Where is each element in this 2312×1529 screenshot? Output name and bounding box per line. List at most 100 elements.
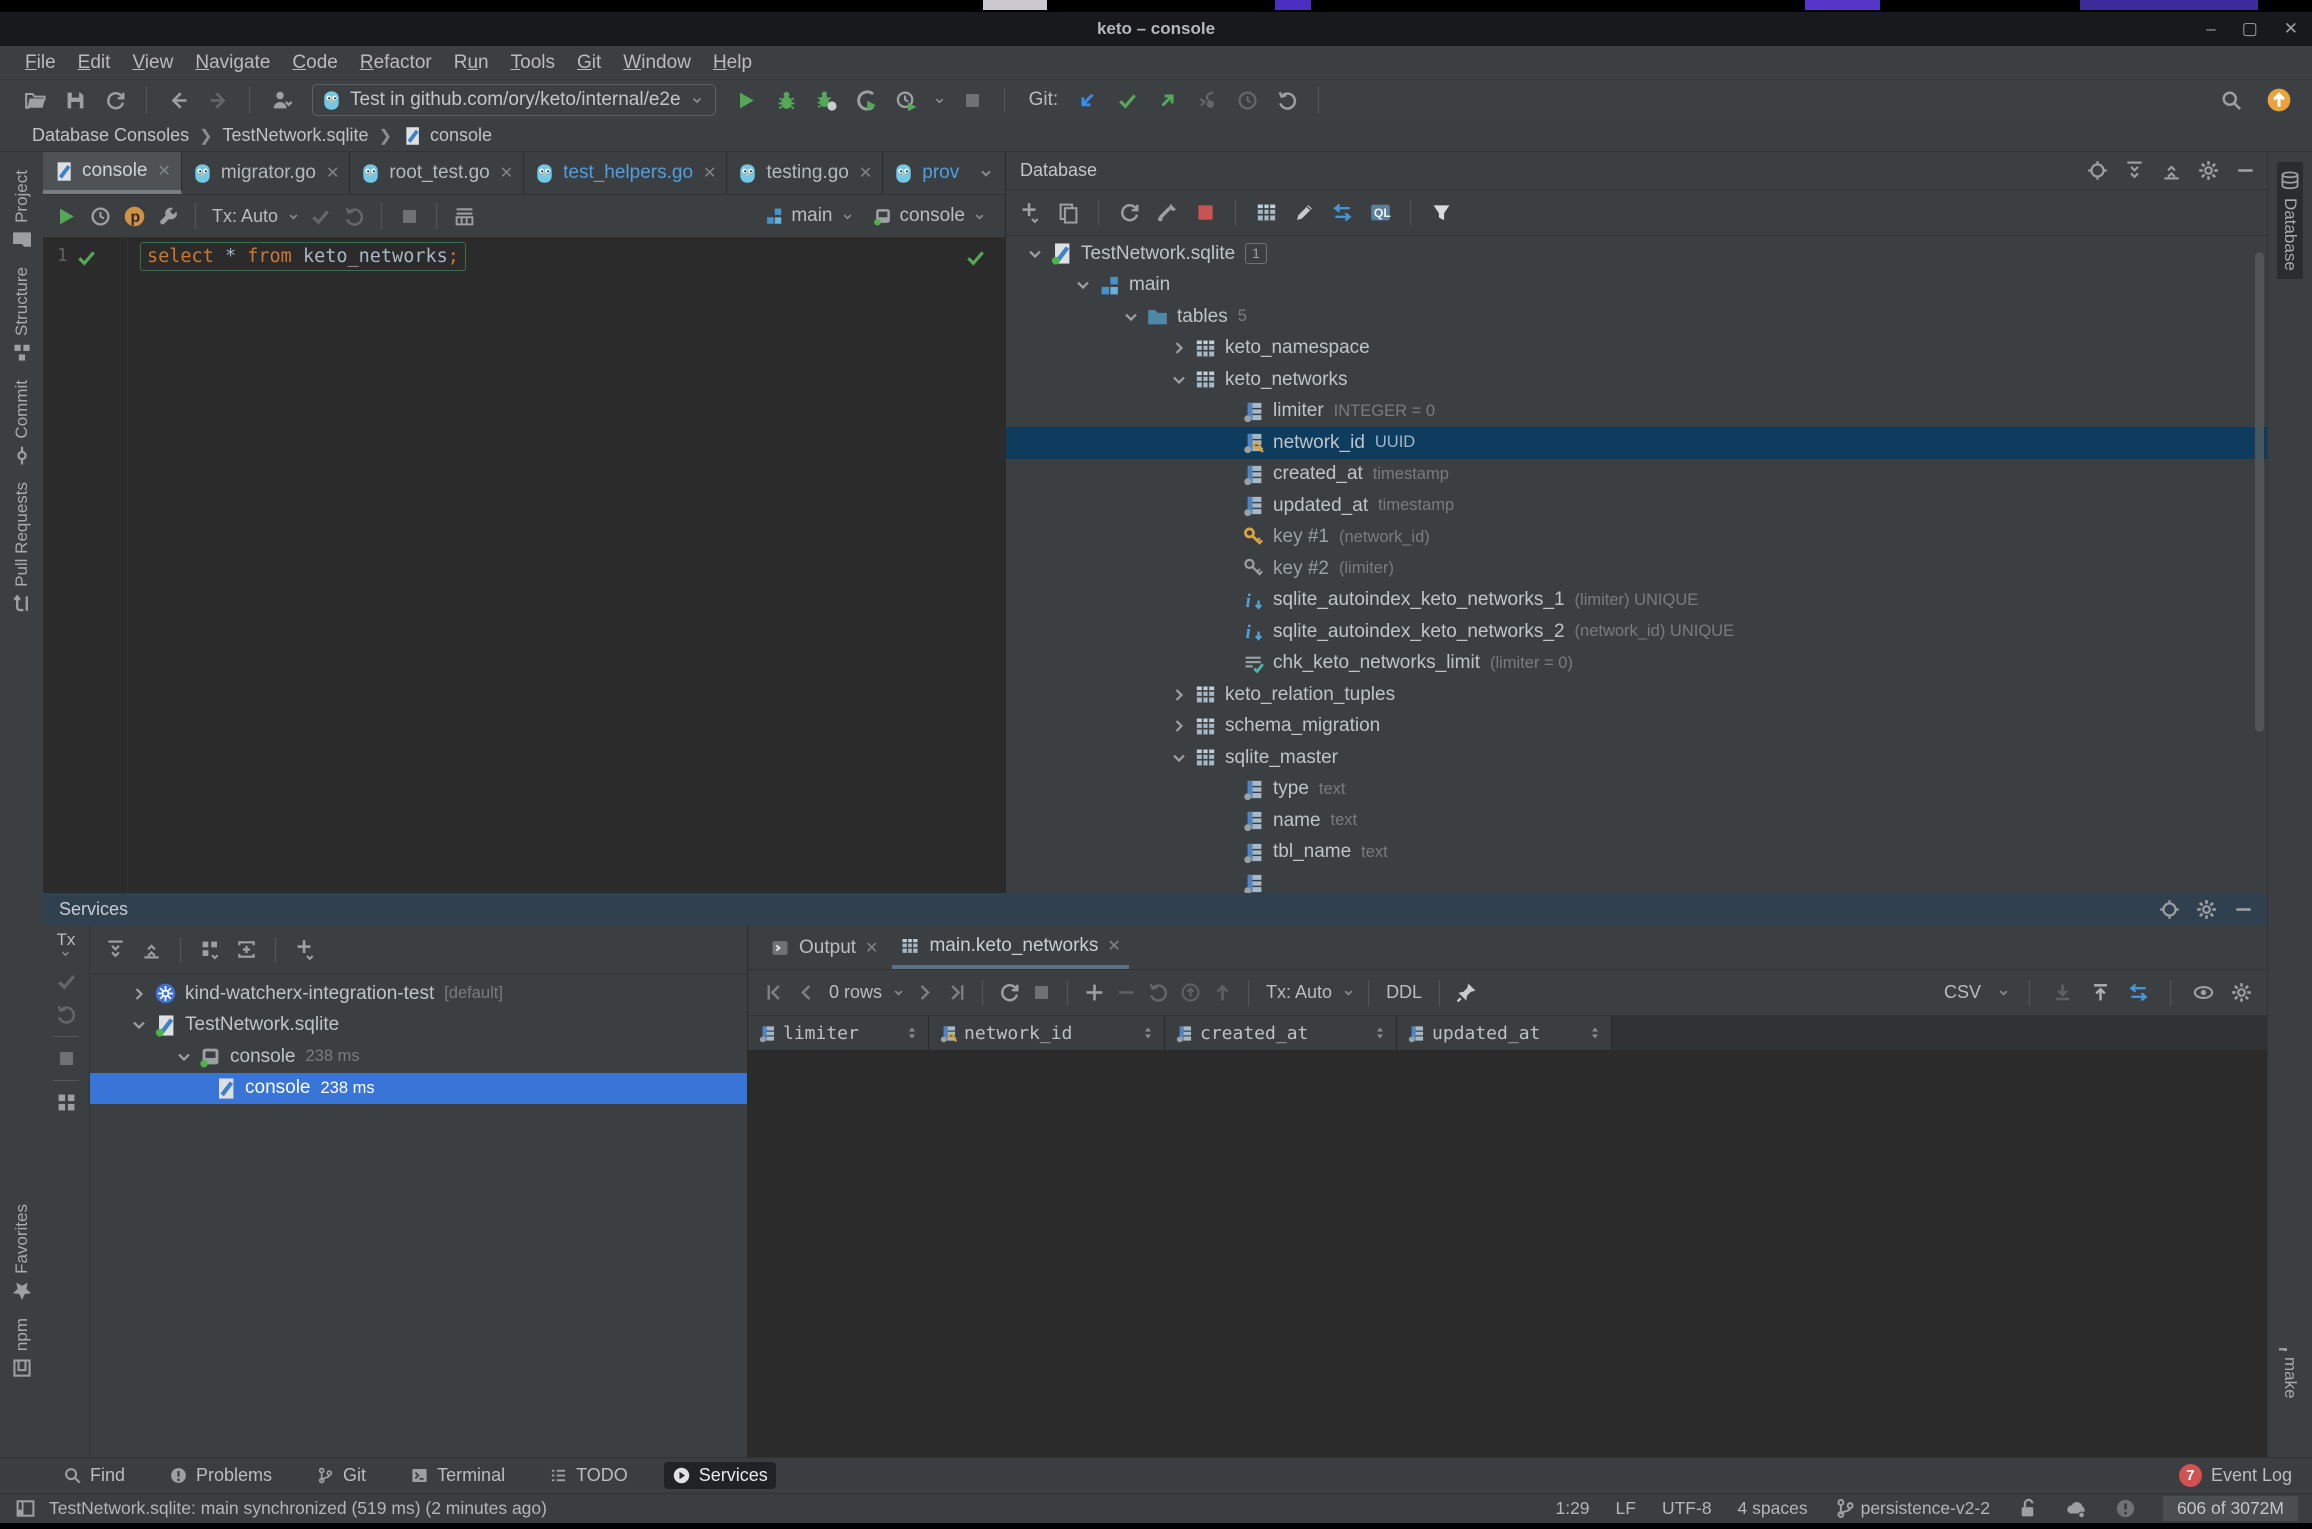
stop-button[interactable] bbox=[956, 84, 990, 116]
grid-column-limiter[interactable]: limiter bbox=[748, 1016, 929, 1050]
tree-row-table[interactable]: keto_namespace bbox=[1006, 333, 2267, 365]
sidebar-item-structure[interactable]: Structure bbox=[9, 259, 35, 372]
collapse-all-button[interactable] bbox=[136, 934, 166, 966]
breadcrumb-console[interactable]: console bbox=[430, 125, 492, 146]
sidebar-item-project[interactable]: Project bbox=[9, 162, 35, 259]
locate-icon[interactable] bbox=[2158, 898, 2181, 921]
gear-icon[interactable] bbox=[2197, 159, 2220, 182]
collapse-all-icon[interactable] bbox=[2160, 159, 2183, 182]
rollback-button[interactable] bbox=[339, 200, 369, 232]
tree-row-table[interactable]: schema_migration bbox=[1006, 711, 2267, 743]
cloud-sync-icon[interactable] bbox=[2065, 1497, 2088, 1520]
commit-check-icon[interactable] bbox=[55, 970, 78, 993]
menu-window[interactable]: Window bbox=[612, 50, 702, 76]
git-update-button[interactable] bbox=[1070, 84, 1104, 116]
breadcrumb-database-consoles[interactable]: Database Consoles bbox=[32, 125, 189, 146]
export-format-select[interactable]: CSV bbox=[1939, 982, 1986, 1003]
ide-update-button[interactable] bbox=[2262, 84, 2296, 116]
schema-select[interactable]: main bbox=[764, 205, 854, 227]
menu-navigate[interactable]: Navigate bbox=[184, 50, 281, 76]
menu-edit[interactable]: Edit bbox=[67, 50, 122, 76]
git-push-button[interactable] bbox=[1150, 84, 1184, 116]
locate-icon[interactable] bbox=[2086, 159, 2109, 182]
commit-upload-button[interactable] bbox=[1208, 977, 1236, 1009]
minimize-button[interactable]: – bbox=[2206, 19, 2215, 39]
search-everywhere-button[interactable] bbox=[2214, 84, 2248, 116]
sidebar-item-commit[interactable]: Commit bbox=[9, 372, 35, 475]
reload-page-button[interactable] bbox=[995, 977, 1023, 1009]
tab-migrator-go[interactable]: migrator.go ✕ bbox=[182, 152, 351, 194]
sql-editor[interactable]: 1 select * from keto_networks; bbox=[43, 238, 1005, 893]
toolwindow-problems[interactable]: Problems bbox=[161, 1462, 280, 1489]
close-icon[interactable]: ✕ bbox=[859, 163, 872, 183]
sidebar-item-npm[interactable]: npm bbox=[9, 1310, 35, 1387]
service-row-console-session[interactable]: console 238 ms bbox=[90, 1041, 747, 1073]
view-options-button[interactable] bbox=[2189, 977, 2217, 1009]
service-row-console-file-selected[interactable]: console 238 ms bbox=[90, 1072, 747, 1104]
menu-run[interactable]: Run bbox=[443, 50, 500, 76]
open-console-button[interactable] bbox=[1364, 197, 1396, 229]
sort-icon[interactable] bbox=[1140, 1025, 1156, 1041]
expand-all-icon[interactable] bbox=[2123, 159, 2146, 182]
service-row-datasource[interactable]: TestNetwork.sqlite bbox=[90, 1010, 747, 1042]
console-settings-button[interactable] bbox=[153, 200, 183, 232]
tree-row-table[interactable]: keto_networks bbox=[1006, 364, 2267, 396]
grid-column-updated-at[interactable]: updated_at bbox=[1397, 1016, 1612, 1050]
profile-button[interactable] bbox=[264, 84, 298, 116]
close-button[interactable]: ✕ bbox=[2284, 19, 2298, 39]
tree-row-check-constraint[interactable]: chk_keto_networks_limit (limiter = 0) bbox=[1006, 648, 2267, 680]
tab-root-test-go[interactable]: root_test.go ✕ bbox=[350, 152, 525, 194]
caret-position[interactable]: 1:29 bbox=[1555, 1498, 1589, 1519]
stop-icon[interactable] bbox=[55, 1047, 78, 1070]
stop-button[interactable] bbox=[1027, 977, 1055, 1009]
sync-button[interactable] bbox=[98, 84, 132, 116]
tree-row-index[interactable]: sqlite_autoindex_keto_networks_1 (limite… bbox=[1006, 585, 2267, 617]
tree-row-column[interactable]: tbl_name text bbox=[1006, 837, 2267, 869]
git-branch-widget[interactable]: persistence-v2-2 bbox=[1834, 1497, 1990, 1520]
add-service-button[interactable] bbox=[290, 934, 320, 966]
sidebar-item-favorites[interactable]: Favorites bbox=[9, 1196, 35, 1310]
add-row-button[interactable] bbox=[1080, 977, 1108, 1009]
query-history-button[interactable] bbox=[85, 200, 115, 232]
tab-console[interactable]: console ✕ bbox=[43, 152, 182, 194]
edit-source-button[interactable] bbox=[1288, 197, 1320, 229]
execute-button[interactable] bbox=[51, 200, 81, 232]
tree-row-column-clipped[interactable] bbox=[1006, 868, 2267, 893]
expand-all-button[interactable] bbox=[100, 934, 130, 966]
refresh-button[interactable] bbox=[1113, 197, 1145, 229]
add-datasource-button[interactable] bbox=[1014, 197, 1046, 229]
coverage-button[interactable] bbox=[810, 84, 844, 116]
output-layout-button[interactable] bbox=[449, 200, 479, 232]
breadcrumb-datasource[interactable]: TestNetwork.sqlite bbox=[223, 125, 369, 146]
menu-git[interactable]: Git bbox=[566, 50, 612, 76]
tab-prov[interactable]: prov bbox=[883, 152, 969, 194]
menu-help[interactable]: Help bbox=[702, 50, 763, 76]
menu-refactor[interactable]: Refactor bbox=[349, 50, 443, 76]
disconnect-button[interactable] bbox=[1189, 197, 1221, 229]
commit-button[interactable] bbox=[305, 200, 335, 232]
hide-panel-icon[interactable] bbox=[2232, 898, 2255, 921]
last-page-button[interactable] bbox=[942, 977, 970, 1009]
close-icon[interactable]: ✕ bbox=[1107, 936, 1120, 956]
toolwindow-services[interactable]: Services bbox=[663, 1462, 776, 1489]
service-row-kubernetes[interactable]: kind-watcherx-integration-test [default] bbox=[90, 978, 747, 1010]
ddl-button[interactable]: DDL bbox=[1381, 982, 1427, 1003]
delete-row-button[interactable] bbox=[1112, 977, 1140, 1009]
sort-icon[interactable] bbox=[1587, 1025, 1603, 1041]
close-icon[interactable]: ✕ bbox=[865, 938, 878, 958]
memory-indicator[interactable]: 606 of 3072M bbox=[2162, 1496, 2298, 1521]
run-more-button[interactable] bbox=[930, 84, 950, 116]
debug-button[interactable] bbox=[770, 84, 804, 116]
sort-icon[interactable] bbox=[904, 1025, 920, 1041]
profiler-button[interactable] bbox=[850, 84, 884, 116]
tx-mode-select[interactable]: Tx: Auto bbox=[208, 206, 282, 227]
alert-icon[interactable] bbox=[2114, 1497, 2137, 1520]
tree-row-table[interactable]: sqlite_master bbox=[1006, 742, 2267, 774]
tool-window-corner-icon[interactable] bbox=[14, 1497, 37, 1520]
maximize-button[interactable]: ▢ bbox=[2242, 19, 2258, 39]
menu-view[interactable]: View bbox=[121, 50, 184, 76]
sidebar-item-make[interactable]: make bbox=[2277, 1321, 2303, 1407]
export-button[interactable] bbox=[2086, 977, 2114, 1009]
run-button[interactable] bbox=[730, 84, 764, 116]
git-history-button[interactable] bbox=[1230, 84, 1264, 116]
